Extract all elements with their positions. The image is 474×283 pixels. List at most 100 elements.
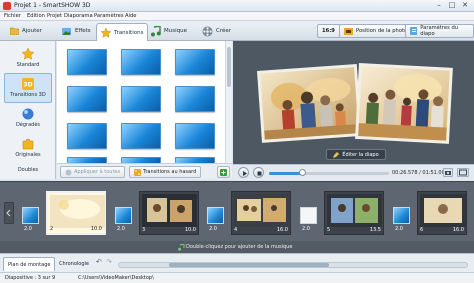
add-transition-button[interactable] xyxy=(217,166,230,178)
tab-transitions[interactable]: Transitions xyxy=(96,23,149,41)
transition-thumb[interactable] xyxy=(175,123,215,149)
transition-thumb[interactable] xyxy=(121,86,161,112)
edit-slide-label: Éditer la diapo xyxy=(342,151,379,158)
transition-duration: 2.0 xyxy=(117,226,125,232)
category-degrades-label: Dégradés xyxy=(15,122,41,128)
transition-duration: 2.0 xyxy=(395,226,403,232)
slide-counter: Diapositive : 3 sur 9 xyxy=(5,275,56,281)
stop-icon xyxy=(257,171,262,176)
pencil-icon xyxy=(333,151,340,158)
random-transitions-label: Transitions au hasard xyxy=(143,169,197,175)
dice-icon xyxy=(134,168,141,176)
timeline-slide[interactable]: 3 10.0 xyxy=(139,191,199,235)
photo-position-button[interactable]: Position de la photo xyxy=(339,24,413,38)
storyboard: 2.0 2 10.0 2.0 3 10.0 2.0 4 16.0 2.0 5 1… xyxy=(0,181,474,241)
tab-plan-de-montage-label: Plan de montage xyxy=(8,261,51,268)
chevron-left-icon xyxy=(6,209,11,217)
slide-preview: Éditer la diapo xyxy=(233,41,474,164)
apply-all-button[interactable]: Appliquer à toutes xyxy=(60,166,126,178)
transition-thumb[interactable] xyxy=(175,49,215,75)
slide-number: 5 xyxy=(327,227,331,233)
slide-duration: 10.0 xyxy=(90,226,102,232)
minimize-icon[interactable]: – xyxy=(433,1,445,10)
slide-thumbnail xyxy=(327,194,382,227)
grid-scroll-thumb[interactable] xyxy=(227,47,231,87)
category-doubles[interactable]: Doubles xyxy=(4,161,52,179)
transition-thumb[interactable] xyxy=(67,86,107,112)
slide-duration: 13.5 xyxy=(369,227,381,233)
menu-diaporama[interactable]: Diaporama xyxy=(64,13,93,19)
star-icon xyxy=(101,27,111,38)
category-originales[interactable]: Originales xyxy=(4,133,52,163)
view-tabs: Plan de montage Chronologie ↶ ↷ xyxy=(0,253,474,272)
timeline-scroll-thumb[interactable] xyxy=(169,263,329,267)
tab-effets[interactable]: Effets xyxy=(58,23,95,39)
tab-chronologie[interactable]: Chronologie xyxy=(55,257,93,271)
slideshow-settings-button[interactable]: Paramètres du diapo xyxy=(405,24,474,38)
edit-slide-button[interactable]: Éditer la diapo xyxy=(326,149,386,160)
maximize-icon[interactable]: □ xyxy=(446,1,458,10)
app-icon xyxy=(3,2,11,10)
menu-aide[interactable]: Aide xyxy=(125,13,136,19)
transition-thumb[interactable] xyxy=(175,86,215,112)
timeline-slide[interactable]: 5 13.5 xyxy=(324,191,384,235)
slide-thumbnail xyxy=(420,194,466,227)
category-standard[interactable]: Standard xyxy=(4,43,52,73)
music-hint: Double-cliquez pour ajouter de la musiqu… xyxy=(186,244,293,250)
aspect-ratio-button[interactable]: 16:9 xyxy=(317,24,340,38)
apply-icon xyxy=(65,169,72,175)
slide-number: 4 xyxy=(234,227,238,233)
camera-icon xyxy=(445,171,451,175)
timeline-transition[interactable]: 2.0 xyxy=(115,207,132,232)
timeline-slide[interactable]: 2 10.0 xyxy=(46,191,106,235)
grid-scrollbar[interactable] xyxy=(225,41,232,163)
tab-plan-de-montage[interactable]: Plan de montage xyxy=(3,257,56,271)
transition-thumb[interactable] xyxy=(67,123,107,149)
menu-projet[interactable]: Projet xyxy=(47,13,62,19)
tab-chronologie-label: Chronologie xyxy=(59,261,89,267)
menu-fichier[interactable]: Fichier xyxy=(4,13,21,19)
timeline-slide[interactable]: 6 16.0 xyxy=(417,191,467,235)
music-track[interactable]: Double-cliquez pour ajouter de la musiqu… xyxy=(0,241,474,253)
film-reel-icon xyxy=(202,26,213,36)
transition-thumb[interactable] xyxy=(121,49,161,75)
tab-ajouter[interactable]: Ajouter xyxy=(6,23,46,39)
undo-icon[interactable]: ↶ xyxy=(96,258,102,266)
category-degrades[interactable]: Dégradés xyxy=(4,103,52,133)
menu-parametres[interactable]: Paramètres xyxy=(94,13,124,19)
timeline-transition[interactable]: 2.0 xyxy=(22,207,39,232)
slide-duration: 16.0 xyxy=(452,227,464,233)
snapshot-button[interactable] xyxy=(443,168,453,177)
fullscreen-button[interactable] xyxy=(457,168,469,177)
gradient-icon xyxy=(22,108,34,120)
tab-creer[interactable]: Créer xyxy=(198,23,235,39)
transition-categories: Standard 3D Transitions 3D Dégradés Orig… xyxy=(0,41,56,179)
timeline-slide[interactable]: 4 16.0 xyxy=(231,191,291,235)
category-transitions-3d[interactable]: 3D Transitions 3D xyxy=(4,73,52,103)
redo-icon[interactable]: ↷ xyxy=(106,258,112,266)
menu-edition[interactable]: Edition xyxy=(27,13,45,19)
settings-icon xyxy=(410,27,418,35)
seek-handle[interactable] xyxy=(299,169,306,176)
slideshow-settings-label: Paramètres du diapo xyxy=(420,25,459,37)
timeline-transition[interactable]: 2.0 xyxy=(207,207,224,232)
transition-duration: 2.0 xyxy=(302,226,310,232)
close-icon[interactable]: ✕ xyxy=(459,1,471,10)
stop-button[interactable] xyxy=(253,167,264,178)
timeline-scrollbar[interactable] xyxy=(118,262,468,268)
scroll-left-button[interactable] xyxy=(4,202,14,224)
preview-image xyxy=(247,49,461,149)
random-transitions-button[interactable]: Transitions au hasard xyxy=(129,166,202,178)
transition-thumb[interactable] xyxy=(67,49,107,75)
tab-effets-label: Effets xyxy=(75,28,91,34)
transition-thumb[interactable] xyxy=(121,123,161,149)
timeline-transition[interactable]: 2.0 xyxy=(393,207,410,232)
tab-musique[interactable]: Musique xyxy=(147,23,191,39)
puzzle-icon xyxy=(22,138,34,150)
project-path: C:\Users\VideoMaker\Desktop\ xyxy=(78,275,154,281)
seek-track[interactable] xyxy=(269,172,389,175)
play-button[interactable] xyxy=(238,167,249,178)
timeline-transition[interactable]: 2.0 xyxy=(300,207,317,232)
tab-musique-label: Musique xyxy=(164,28,187,34)
transition-duration: 2.0 xyxy=(209,226,217,232)
